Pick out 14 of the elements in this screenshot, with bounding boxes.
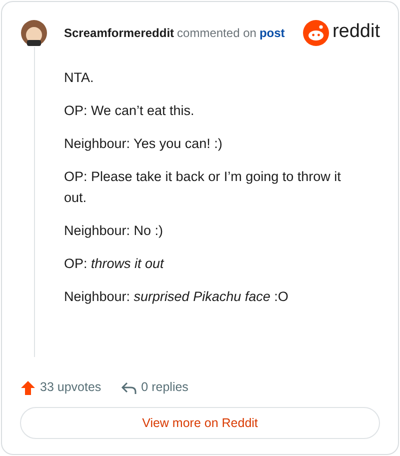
action-text: commented on — [177, 26, 256, 40]
upvote-count: 33 upvotes — [40, 379, 102, 396]
reply-count: 0 replies — [141, 379, 188, 396]
comment-paragraph: OP: We can’t eat this. — [64, 102, 196, 120]
post-link[interactable]: post — [259, 26, 285, 40]
comment-paragraph: Neighbour: surprised Pikachu face :O — [64, 288, 290, 306]
comment-paragraph: OP: Please take it back or I’m going to throw it out. — [64, 168, 342, 207]
comment-paragraph: OP: throws it out — [64, 255, 166, 273]
logo-text: reddit — [332, 22, 380, 44]
author-name[interactable]: Screamformereddit — [64, 26, 174, 40]
comment-paragraph: Neighbour: Yes you can! :) — [64, 135, 224, 153]
comment-paragraph: Neighbour: No :) — [64, 222, 164, 240]
comment-paragraph: NTA. — [64, 69, 95, 87]
view-more-button[interactable]: View more on Reddit — [20, 407, 380, 439]
